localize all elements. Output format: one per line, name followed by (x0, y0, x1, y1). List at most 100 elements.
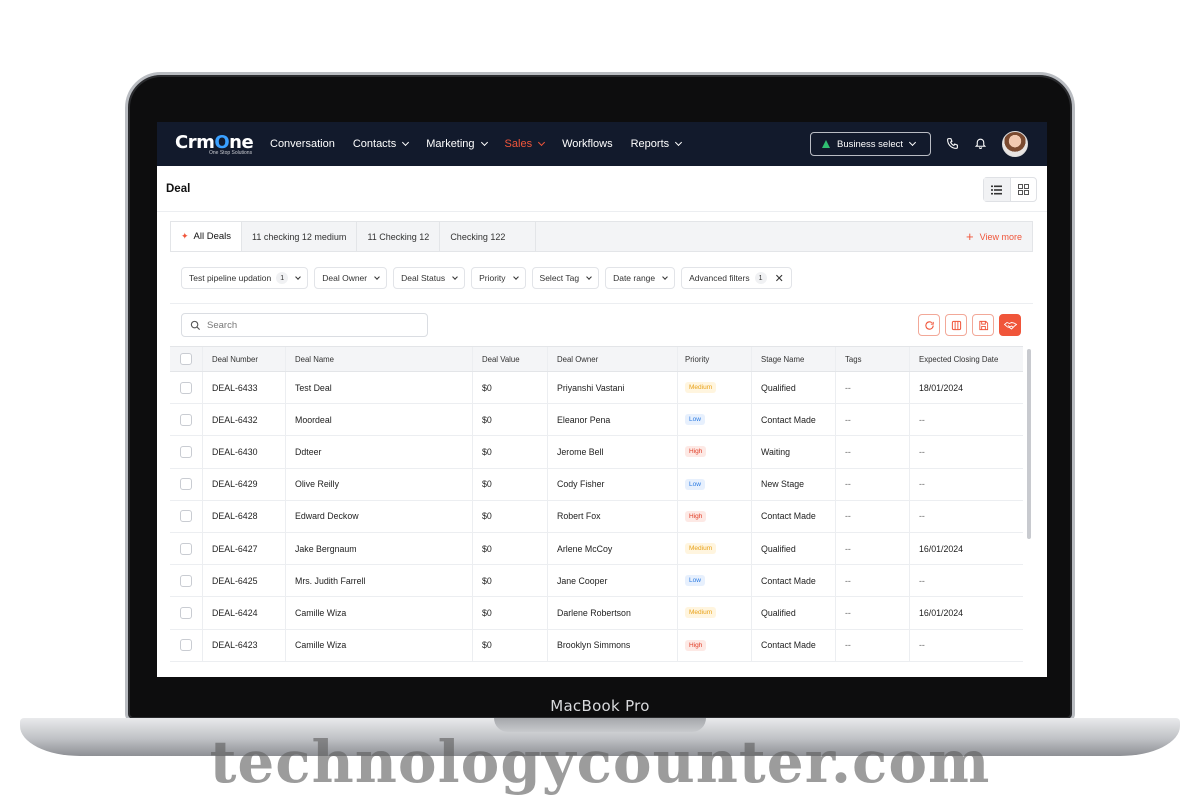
table-row[interactable]: DEAL-6428 Edward Deckow $0 Robert Fox High Co… (170, 500, 1023, 533)
tab-all-deals[interactable]: ✦ All Deals (171, 222, 243, 251)
row-checkbox[interactable] (180, 574, 192, 587)
deal-name-cell[interactable]: Olive Reilly (286, 468, 473, 500)
deal-name-cell[interactable]: Moordeal (286, 404, 473, 436)
row-checkbox[interactable] (180, 381, 192, 394)
table-row[interactable]: DEAL-6424 Camille Wiza $0 Darlene Robertson… (170, 597, 1023, 630)
row-checkbox[interactable] (180, 478, 192, 491)
table-row[interactable]: DEAL-6425 Mrs. Judith Farrell $0 Jane Coope… (170, 565, 1023, 598)
deals-handshake-button[interactable] (999, 314, 1021, 336)
date-range-filter[interactable]: Date range (605, 267, 676, 289)
table-row[interactable]: DEAL-6429 Olive Reilly $0 Cody Fisher Low New… (170, 468, 1023, 501)
row-select-cell (170, 468, 203, 500)
table-scrollbar[interactable] (1027, 349, 1031, 539)
deal-owner-cell: Arlene McCoy (548, 532, 678, 565)
row-checkbox[interactable] (180, 542, 192, 555)
tab-11-checking-12[interactable]: 11 Checking 12 (357, 222, 441, 251)
nav-item-reports[interactable]: Reports (631, 138, 683, 150)
chevron-down-icon (295, 273, 302, 280)
table-row[interactable]: DEAL-6432 Moordeal $0 Eleanor Pena Low Contac… (170, 404, 1023, 437)
tab-label: All Deals (193, 231, 232, 242)
column-header[interactable]: Deal Number (203, 347, 286, 371)
avatar[interactable] (1002, 131, 1028, 157)
deal-name-cell[interactable]: Camille Wiza (286, 629, 473, 661)
bell-icon[interactable] (974, 136, 987, 150)
deal-name: Test Deal (295, 382, 332, 393)
chevron-down-icon (480, 138, 488, 147)
column-header[interactable]: Deal Name (286, 347, 473, 371)
advanced-filters[interactable]: Advanced filters 1 ✕ (681, 267, 792, 289)
row-checkbox[interactable] (180, 510, 192, 523)
tab-label: 11 Checking 12 (367, 231, 430, 242)
tab-checking-122[interactable]: Checking 122 (440, 222, 537, 251)
table-row[interactable]: DEAL-6433 Test Deal $0 Priyanshi Vastani Med… (170, 372, 1023, 405)
column-header[interactable]: Stage Name (752, 347, 836, 371)
pipeline-filter[interactable]: Test pipeline updation 1 (181, 267, 309, 289)
table-row[interactable]: DEAL-6427 Jake Bergnaum $0 Arlene McCoy Medi… (170, 532, 1023, 566)
row-select-cell (170, 436, 203, 468)
row-checkbox[interactable] (180, 639, 192, 652)
tags-cell: -- (836, 597, 910, 629)
nav-item-conversation[interactable]: Conversation (270, 138, 335, 150)
tab-11-checking-12-medium[interactable]: 11 checking 12 medium (242, 222, 358, 251)
view-more-button[interactable]: + View more (966, 222, 1022, 251)
business-select-button[interactable]: Business select (810, 132, 931, 156)
select-all-cell (170, 347, 203, 371)
deal-name-cell[interactable]: Test Deal (286, 372, 473, 404)
table-row[interactable]: DEAL-6423 Camille Wiza $0 Brooklyn Simmons H… (170, 629, 1023, 662)
page-title: Deal (166, 183, 191, 195)
list-view-button[interactable] (984, 178, 1011, 201)
nav-item-sales[interactable]: Sales (504, 138, 546, 150)
stage-name: Contact Made (761, 640, 816, 651)
priority-filter[interactable]: Priority (471, 267, 526, 289)
deal-owner: Brooklyn Simmons (557, 640, 631, 651)
select-tag-filter[interactable]: Select Tag (531, 267, 600, 289)
deal-status-filter[interactable]: Deal Status (393, 267, 466, 289)
deal-name-cell[interactable]: Mrs. Judith Farrell (286, 565, 473, 597)
grid-view-button[interactable] (1011, 178, 1037, 201)
column-header[interactable]: Expected Closing Date (910, 347, 1023, 371)
stage-name: New Stage (761, 479, 805, 490)
deal-name-cell[interactable]: Jake Bergnaum (286, 532, 473, 565)
row-checkbox[interactable] (180, 606, 192, 619)
phone-icon[interactable] (946, 137, 959, 150)
deal-name-cell[interactable]: Camille Wiza (286, 597, 473, 629)
tags: -- (845, 446, 851, 457)
deal-name-cell[interactable]: Ddteer (286, 436, 473, 468)
deal-number: DEAL-6427 (212, 543, 258, 554)
column-header[interactable]: Priority (678, 347, 752, 371)
column-header[interactable]: Deal Value (473, 347, 548, 371)
nav-item-workflows[interactable]: Workflows (562, 138, 613, 150)
search-input[interactable] (207, 319, 407, 331)
save-button[interactable] (972, 314, 994, 336)
deal-owner-filter[interactable]: Deal Owner (314, 267, 388, 289)
nav-item-label: Sales (504, 138, 533, 150)
deal-owner-cell: Brooklyn Simmons (548, 629, 678, 661)
tags: -- (845, 382, 851, 393)
row-checkbox[interactable] (180, 445, 192, 458)
nav-item-marketing[interactable]: Marketing (426, 138, 488, 150)
deal-owner: Jane Cooper (557, 575, 608, 586)
row-select-cell (170, 597, 203, 629)
column-header[interactable]: Deal Owner (548, 347, 678, 371)
deal-name: Edward Deckow (295, 511, 359, 522)
close-icon[interactable]: ✕ (775, 272, 784, 285)
deal-value-cell: $0 (473, 629, 548, 661)
priority-badge: Low (685, 478, 705, 490)
columns-button[interactable] (945, 314, 967, 336)
grid-icon (1017, 184, 1029, 195)
chevron-down-icon (586, 273, 592, 280)
table-row[interactable]: DEAL-6430 Ddteer $0 Jerome Bell High Waiting -… (170, 436, 1023, 469)
column-header[interactable]: Tags (836, 347, 910, 371)
table-header: Deal Number Deal Name Deal Value Deal Ow… (170, 346, 1023, 372)
row-checkbox[interactable] (180, 413, 192, 426)
deal-name-cell[interactable]: Edward Deckow (286, 500, 473, 532)
deal-owner-cell: Eleanor Pena (548, 404, 678, 436)
expected-closing-date: -- (919, 511, 925, 522)
nav-item-contacts[interactable]: Contacts (353, 138, 410, 150)
expected-closing-date-cell: -- (910, 404, 1023, 435)
deal-value-cell: $0 (473, 565, 548, 597)
select-all-checkbox[interactable] (180, 353, 192, 365)
priority-badge: High (685, 639, 707, 651)
refresh-button[interactable] (918, 314, 940, 336)
deal-number: DEAL-6430 (212, 446, 258, 457)
